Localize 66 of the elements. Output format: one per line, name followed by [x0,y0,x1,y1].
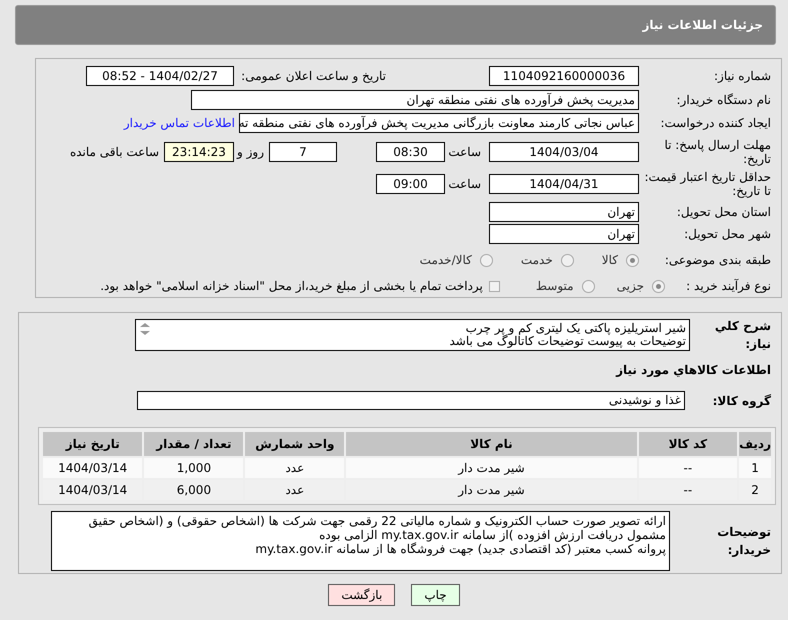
field-label: شرح کلي نياز: [714,318,772,353]
field-label: استان محل تحویل: [676,204,772,222]
table-cell: 1,000 [144,458,244,478]
announce-date-field: 1404/02/27 - 08:52 [86,66,234,86]
need-number-field: 1104092160000036 [489,66,639,86]
field-label: تاریخ و ساعت اعلان عمومی: [241,68,386,85]
field-label: طبقه بندی موضوعی: [664,252,772,270]
table-cell: -- [638,458,738,478]
field-label: حداقل تاریخ اعتبار قیمت: تا تاریخ: [643,170,772,198]
remaining-label: ساعت باقی مانده [70,144,159,161]
section-title: اطلاعات کالاهاي مورد نياز [614,362,772,379]
radio-label: کالا/خدمت [420,252,472,270]
checkbox[interactable] [488,280,500,292]
goods-group-field: غذا و نوشیدنی [137,391,685,410]
field-label: گروه کالا: [712,392,772,410]
column-header: ردیف [739,432,771,456]
field-label: مهلت ارسال پاسخ: تا تاریخ: [663,138,772,166]
field-label: شهر محل تحویل: [683,226,772,244]
column-header: نام کالا [346,432,637,456]
scroll-arrows-icon[interactable] [139,322,151,336]
radio-button[interactable] [582,280,595,293]
column-header: کد کالا [638,432,738,456]
table-cell: عدد [245,458,344,478]
province-field: تهران [489,202,639,222]
days-label: روز و [236,144,264,161]
table-cell: 1 [739,458,771,478]
buyer-name-field: مدیریت پخش فرآورده های نفتی منطقه تهران [191,90,639,110]
table-cell: شیر مدت دار [346,458,637,478]
days-field: 7 [269,142,337,162]
description-line: شیر استریلیزه پاکتی یک لیتری کم و پر چرب [466,322,686,335]
time-label: ساعت [447,144,482,161]
field-label: ایجاد کننده درخواست: [659,115,772,132]
radio-button[interactable] [480,254,493,267]
field-label: نوع فرآیند خرید : [685,278,772,296]
radio-label: خدمت [520,252,553,270]
time-label: ساعت [447,176,482,193]
field-label: شماره نیاز: [713,68,772,85]
contact-link[interactable]: اطلاعات تماس خریدار [124,114,235,132]
deadline-date-field: 1404/03/04 [489,142,639,162]
description-line: توضیحات به پیوست توضیحات کاتالوگ می باشد [450,335,686,348]
radio-button[interactable] [626,254,639,267]
radio-label: متوسط [536,278,574,296]
radio-label: جزیی [616,278,644,296]
field-label: نام دستگاه خریدار: [676,92,772,109]
radio-button[interactable] [560,254,574,267]
notes-line: مشمول دریافت ارزش افزوده )از سامانه my.tax.gov.ir الزامی بوده [319,528,666,542]
field-label: توضیحات خریدار: [716,524,772,559]
deadline-time-field: 08:30 [376,142,445,162]
buyer-notes-textarea[interactable] [51,511,670,571]
page-title: جزئیات اطلاعات نیاز [642,17,763,34]
radio-button[interactable] [652,280,665,293]
validity-date-field: 1404/04/31 [489,174,639,194]
treasury-label: پرداخت تمام یا بخشی از مبلغ خرید،از محل "اسناد خزانه اسلامی" خواهد بود. [100,278,483,296]
column-header: تعداد / مقدار [144,432,244,456]
notes-line: ارائه تصویر صورت حساب الکترونیک و شماره مالیاتی 22 رقمی جهت شرکت ها (اشخاص حقوقی) و (اشخاص حقیق [88,514,666,528]
back-button[interactable]: بازگشت [328,584,396,606]
table-cell: 1404/03/14 [43,458,142,478]
print-button[interactable]: چاپ [411,584,460,606]
column-header: واحد شمارش [245,432,344,456]
remaining-time-field: 23:14:23 [164,142,234,162]
validity-time-field: 09:00 [376,174,445,194]
city-field: تهران [489,224,639,244]
notes-line: پروانه کسب معتبر (کد اقتصادی جدید) جهت فروشگاه ها از سامانه my.tax.gov.ir [255,542,666,556]
description-textarea[interactable]: شیر استریلیزه پاکتی یک لیتری کم و پر چرب توضیحات به پیوست توضیحات کاتالوگ می باشد [135,319,690,351]
radio-label: کالا [602,252,618,270]
column-header: تاریخ نیاز [43,432,142,456]
